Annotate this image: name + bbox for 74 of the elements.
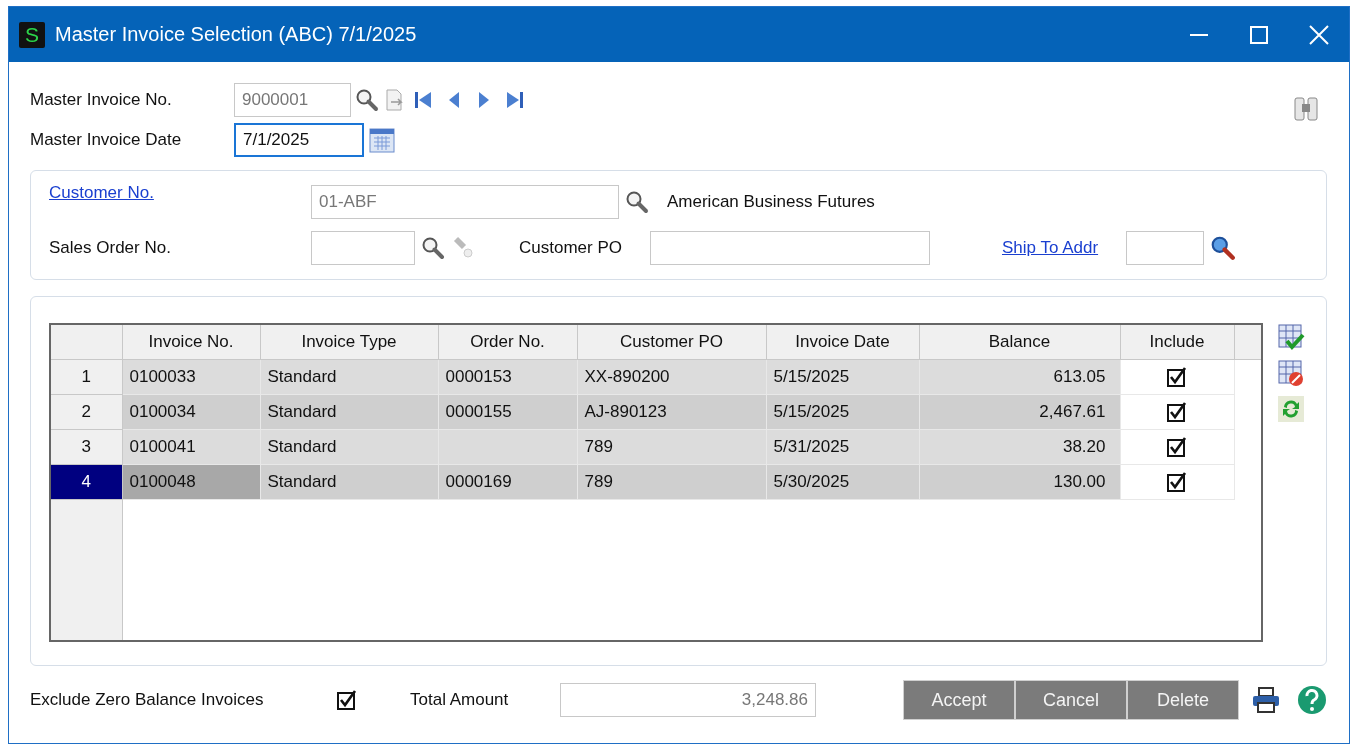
- table-cell: 0000169: [438, 464, 577, 500]
- table-cell: 5/31/2025: [766, 429, 919, 465]
- maximize-icon[interactable]: [1250, 25, 1268, 44]
- row-header[interactable]: 2: [50, 394, 122, 430]
- search-icon[interactable]: [355, 88, 379, 112]
- table-cell: 0100048: [122, 464, 260, 500]
- row-header[interactable]: 3: [50, 429, 122, 465]
- table-cell: Standard: [260, 464, 438, 500]
- checkbox[interactable]: [1166, 401, 1188, 423]
- table-cell: Standard: [260, 359, 438, 395]
- clear-all-icon[interactable]: [1277, 359, 1305, 387]
- close-icon[interactable]: [1309, 24, 1329, 45]
- search-icon[interactable]: [625, 190, 649, 214]
- help-icon[interactable]: [1297, 685, 1327, 715]
- field-label: Sales Order No.: [49, 238, 172, 258]
- column-header[interactable]: Customer PO: [577, 324, 766, 360]
- column-header[interactable]: Invoice No.: [122, 324, 260, 360]
- invoice-number-field[interactable]: 9000001: [234, 83, 351, 117]
- field-label: Customer PO: [519, 238, 622, 258]
- column-header[interactable]: Invoice Type: [260, 324, 438, 360]
- action-button[interactable]: Accept: [903, 680, 1015, 720]
- checkbox[interactable]: [1166, 366, 1188, 388]
- table-cell: 130.00: [919, 464, 1120, 500]
- table-cell: 789: [577, 464, 766, 500]
- row-header[interactable]: 4: [50, 464, 122, 500]
- table-cell: 5/15/2025: [766, 394, 919, 430]
- column-header[interactable]: Balance: [919, 324, 1120, 360]
- table-cell: 0000155: [438, 394, 577, 430]
- app-logo: S: [19, 21, 45, 48]
- table-cell: Standard: [260, 394, 438, 430]
- minimize-icon[interactable]: [1190, 33, 1208, 36]
- search-icon[interactable]: [421, 236, 445, 260]
- table-cell: 0100041: [122, 429, 260, 465]
- invoice-date-field[interactable]: 7/1/2025: [234, 123, 364, 157]
- calendar-icon[interactable]: [368, 126, 396, 154]
- column-header[interactable]: Invoice Date: [766, 324, 919, 360]
- row-header[interactable]: 1: [50, 359, 122, 395]
- customer-name: American Business Futures: [667, 192, 875, 212]
- checkbox[interactable]: [1166, 436, 1188, 458]
- window-title: Master Invoice Selection (ABC) 7/1/2025: [55, 23, 418, 46]
- table-cell: 0000153: [438, 359, 577, 395]
- action-button[interactable]: Cancel: [1015, 680, 1127, 720]
- field-label: Exclude Zero Balance Invoices: [30, 690, 265, 710]
- table-cell: AJ-890123: [577, 394, 766, 430]
- customer-number-link[interactable]: Customer No.: [49, 183, 311, 221]
- table-cell: XX-890200: [577, 359, 766, 395]
- table-cell: 2,467.61: [919, 394, 1120, 430]
- field-label: Master Invoice Date: [30, 130, 183, 150]
- table-cell: 613.05: [919, 359, 1120, 395]
- column-header[interactable]: Include: [1120, 324, 1234, 360]
- field-label: Total Amount: [410, 690, 510, 710]
- table-cell: Standard: [260, 429, 438, 465]
- table-cell: 789: [577, 429, 766, 465]
- search-icon[interactable]: [1210, 235, 1237, 261]
- action-button[interactable]: Delete: [1127, 680, 1239, 720]
- refresh-icon[interactable]: [1277, 395, 1305, 423]
- table-cell: 5/15/2025: [766, 359, 919, 395]
- table-cell: 0100033: [122, 359, 260, 395]
- table-cell: 38.20: [919, 429, 1120, 465]
- table-cell: 5/30/2025: [766, 464, 919, 500]
- corner-header: [50, 324, 122, 360]
- column-header[interactable]: Order No.: [438, 324, 577, 360]
- select-all-icon[interactable]: [1277, 323, 1305, 351]
- sales-order-field[interactable]: [311, 231, 415, 265]
- customer-po-field[interactable]: [650, 231, 930, 265]
- ship-to-field[interactable]: [1126, 231, 1205, 265]
- table-cell: 0100034: [122, 394, 260, 430]
- total-amount-field: 3,248.86: [560, 683, 816, 717]
- customer-number-field[interactable]: 01-ABF: [311, 185, 619, 219]
- printer-icon[interactable]: [1251, 686, 1281, 714]
- checkbox[interactable]: [1166, 471, 1188, 493]
- ship-to-link[interactable]: Ship To Addr: [1002, 238, 1099, 258]
- checkbox[interactable]: [336, 689, 358, 711]
- field-label: Master Invoice No.: [30, 90, 173, 110]
